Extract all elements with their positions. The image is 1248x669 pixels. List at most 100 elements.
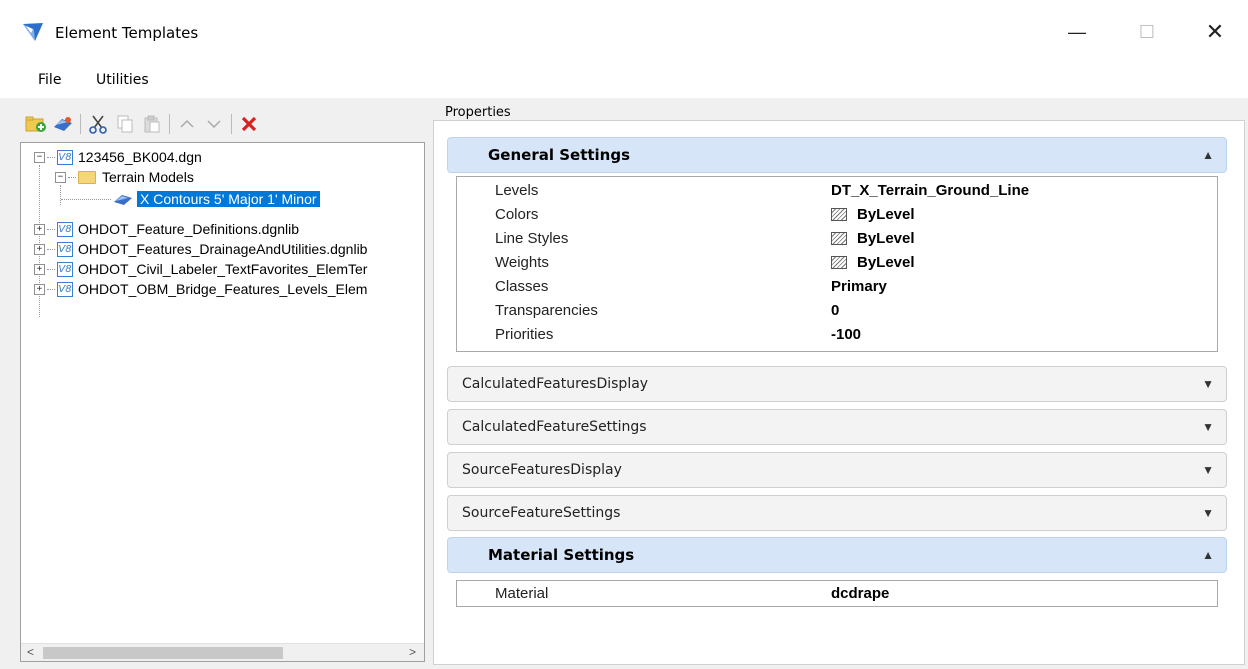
tree-node-terrain-models[interactable]: − Terrain Models [55,167,194,187]
bylevel-swatch-icon [831,256,847,269]
chevron-down-icon[interactable]: ▼ [1202,506,1214,520]
prop-row-material[interactable]: Material dcdrape [457,582,1217,606]
tree-connector [61,198,111,200]
menu-utilities[interactable]: Utilities [96,72,149,88]
prop-value[interactable]: DT_X_Terrain_Ground_Line [831,182,1029,199]
section-title: Material Settings [488,546,635,564]
prop-value-text: ByLevel [857,254,915,271]
calculated-feature-settings-header[interactable]: CalculatedFeatureSettings ▼ [447,409,1227,445]
tree-node-label: 123456_BK004.dgn [78,149,202,165]
prop-value[interactable]: Primary [831,278,887,295]
delete-icon[interactable] [237,112,261,136]
prop-name: Colors [495,206,539,223]
collapse-toggle[interactable]: − [55,171,66,183]
section-title: SourceFeaturesDisplay [462,462,622,478]
template-tree[interactable]: − V8 123456_BK004.dgn − Terrain Models X… [20,142,425,662]
prop-value[interactable]: dcdrape [831,585,889,602]
move-down-icon[interactable] [202,112,226,136]
paste-icon[interactable] [140,112,164,136]
general-settings-header[interactable]: General Settings ▲ [447,137,1227,173]
template-tree-panel: − V8 123456_BK004.dgn − Terrain Models X… [20,102,425,662]
toolbar-separator [80,114,81,134]
tree-node-label: Terrain Models [102,169,194,185]
element-templates-app-icon [23,23,43,41]
tree-connector [47,228,55,230]
prop-value[interactable]: -100 [831,326,861,343]
element-template-icon [114,195,132,205]
expand-toggle[interactable]: + [34,263,45,275]
move-up-icon[interactable] [175,112,199,136]
prop-row-levels[interactable]: Levels DT_X_Terrain_Ground_Line [457,179,1217,203]
tree-node-lib[interactable]: + V8 OHDOT_OBM_Bridge_Features_Levels_El… [34,279,367,299]
expand-toggle[interactable]: + [34,283,45,295]
title-bar: Element Templates — ☐ ✕ [0,0,1248,62]
prop-name: Weights [495,254,549,271]
tree-node-lib[interactable]: + V8 OHDOT_Feature_Definitions.dgnlib [34,219,299,239]
prop-row-priorities[interactable]: Priorities -100 [457,323,1217,347]
expand-toggle[interactable]: + [34,223,45,235]
source-feature-settings-header[interactable]: SourceFeatureSettings ▼ [447,495,1227,531]
section-title: General Settings [488,146,631,164]
dgnlib-file-icon: V8 [57,281,73,297]
maximize-button[interactable]: ☐ [1124,14,1170,50]
prop-name: Levels [495,182,539,199]
prop-row-transparencies[interactable]: Transparencies 0 [457,299,1217,323]
dgnlib-file-icon: V8 [57,261,73,277]
cut-icon[interactable] [86,112,110,136]
chevron-down-icon[interactable]: ▼ [1202,463,1214,477]
source-features-display-header[interactable]: SourceFeaturesDisplay ▼ [447,452,1227,488]
prop-value[interactable]: ByLevel [831,206,915,223]
prop-row-classes[interactable]: Classes Primary [457,275,1217,299]
dgnlib-file-icon: V8 [57,241,73,257]
chevron-up-icon[interactable]: ▲ [1202,548,1214,562]
minimize-button[interactable]: — [1054,14,1100,50]
tree-connector [47,248,55,250]
prop-row-weights[interactable]: Weights ByLevel [457,251,1217,275]
material-settings-grid: Material dcdrape [456,580,1218,607]
folder-icon [78,170,96,184]
tree-node-selected-template[interactable]: X Contours 5' Major 1' Minor [61,189,320,209]
chevron-down-icon[interactable]: ▼ [1202,377,1214,391]
section-title: CalculatedFeaturesDisplay [462,376,649,392]
expand-toggle[interactable]: + [34,243,45,255]
prop-value[interactable]: ByLevel [831,230,915,247]
menu-file[interactable]: File [38,72,61,88]
prop-row-colors[interactable]: Colors ByLevel [457,203,1217,227]
prop-row-line-styles[interactable]: Line Styles ByLevel [457,227,1217,251]
tree-connector [47,268,55,270]
tree-node-label: OHDOT_OBM_Bridge_Features_Levels_Elem [78,281,368,297]
bylevel-swatch-icon [831,232,847,245]
scroll-left-icon[interactable]: < [27,645,34,659]
menu-bar: File Utilities [0,62,1248,98]
scrollbar-thumb[interactable] [43,647,283,659]
tree-node-lib[interactable]: + V8 OHDOT_Civil_Labeler_TextFavorites_E… [34,259,367,279]
chevron-down-icon[interactable]: ▼ [1202,420,1214,434]
close-button[interactable]: ✕ [1192,14,1238,50]
dgn-file-icon: V8 [57,149,73,165]
chevron-up-icon[interactable]: ▲ [1202,148,1214,162]
horizontal-scrollbar[interactable]: < > [21,643,424,661]
section-title: CalculatedFeatureSettings [462,419,647,435]
window-title: Element Templates [55,24,199,42]
tree-node-lib[interactable]: + V8 OHDOT_Features_DrainageAndUtilities… [34,239,367,259]
prop-name: Material [495,585,549,602]
calculated-features-display-header[interactable]: CalculatedFeaturesDisplay ▼ [447,366,1227,402]
scroll-right-icon[interactable]: > [409,645,416,659]
tree-node-root[interactable]: − V8 123456_BK004.dgn [34,147,202,167]
tree-node-label: OHDOT_Civil_Labeler_TextFavorites_ElemTe… [78,261,368,277]
prop-name: Classes [495,278,549,295]
collapse-toggle[interactable]: − [34,151,45,163]
prop-value-text: ByLevel [857,206,915,223]
material-settings-header[interactable]: Material Settings ▲ [447,537,1227,573]
tree-toolbar [24,110,424,138]
tree-node-label: OHDOT_Features_DrainageAndUtilities.dgnl… [78,241,368,257]
prop-name: Priorities [495,326,554,343]
add-template-icon[interactable] [51,112,75,136]
tree-node-label: OHDOT_Feature_Definitions.dgnlib [78,221,299,237]
prop-value[interactable]: ByLevel [831,254,915,271]
prop-value[interactable]: 0 [831,302,839,319]
prop-value-text: ByLevel [857,230,915,247]
add-folder-icon[interactable] [24,112,48,136]
properties-label: Properties [445,105,511,120]
copy-icon[interactable] [113,112,137,136]
